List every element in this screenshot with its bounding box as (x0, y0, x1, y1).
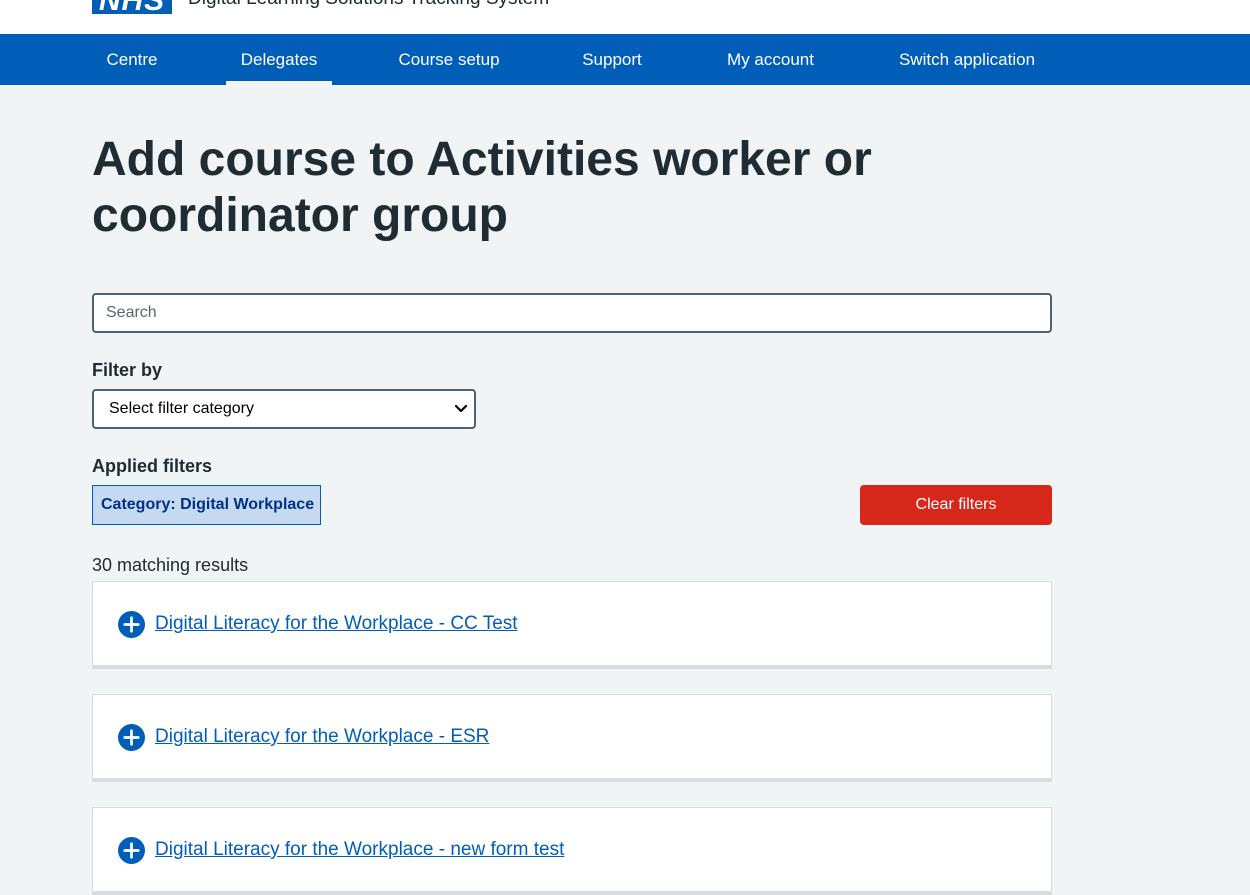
nav-item-course-setup[interactable]: Course setup (384, 34, 514, 85)
list-item: Digital Literacy for the Workplace - ESR (92, 694, 1052, 782)
nav-item-my-account[interactable]: My account (712, 34, 829, 85)
filter-category-select[interactable]: Select filter category (92, 389, 476, 429)
page-title: Add course to Activities worker or coord… (92, 133, 872, 242)
nav-item-support[interactable]: Support (567, 34, 657, 85)
filter-by-label: Filter by (92, 360, 163, 380)
clear-filters-button[interactable]: Clear filters (860, 485, 1052, 525)
primary-navigation: Centre Delegates Course setup Support My… (0, 34, 1250, 85)
applied-filter-tag[interactable]: Category: Digital Workplace (92, 485, 321, 525)
plus-circle-icon[interactable] (118, 837, 145, 864)
search-input[interactable] (92, 293, 1052, 333)
results-count: 30 matching results (92, 555, 249, 575)
course-link[interactable]: Digital Literacy for the Workplace - new… (155, 838, 564, 862)
nhs-logo[interactable]: NHS (92, 0, 172, 14)
course-link[interactable]: Digital Literacy for the Workplace - ESR (155, 725, 489, 749)
nav-item-switch-application[interactable]: Switch application (882, 34, 1052, 85)
nav-item-centre[interactable]: Centre (92, 34, 172, 85)
applied-filters-label: Applied filters (92, 456, 213, 476)
header: NHS Digital Learning Solutions Tracking … (0, 0, 1250, 34)
plus-circle-icon[interactable] (118, 611, 145, 638)
course-link[interactable]: Digital Literacy for the Workplace - CC … (155, 612, 518, 636)
list-item: Digital Literacy for the Workplace - CC … (92, 581, 1052, 669)
filter-category-selected-value: Select filter category (109, 400, 254, 417)
chevron-down-icon (454, 404, 468, 413)
nav-item-delegates[interactable]: Delegates (226, 34, 332, 85)
service-name[interactable]: Digital Learning Solutions Tracking Syst… (188, 0, 549, 10)
plus-circle-icon[interactable] (118, 724, 145, 751)
list-item: Digital Literacy for the Workplace - new… (92, 807, 1052, 895)
